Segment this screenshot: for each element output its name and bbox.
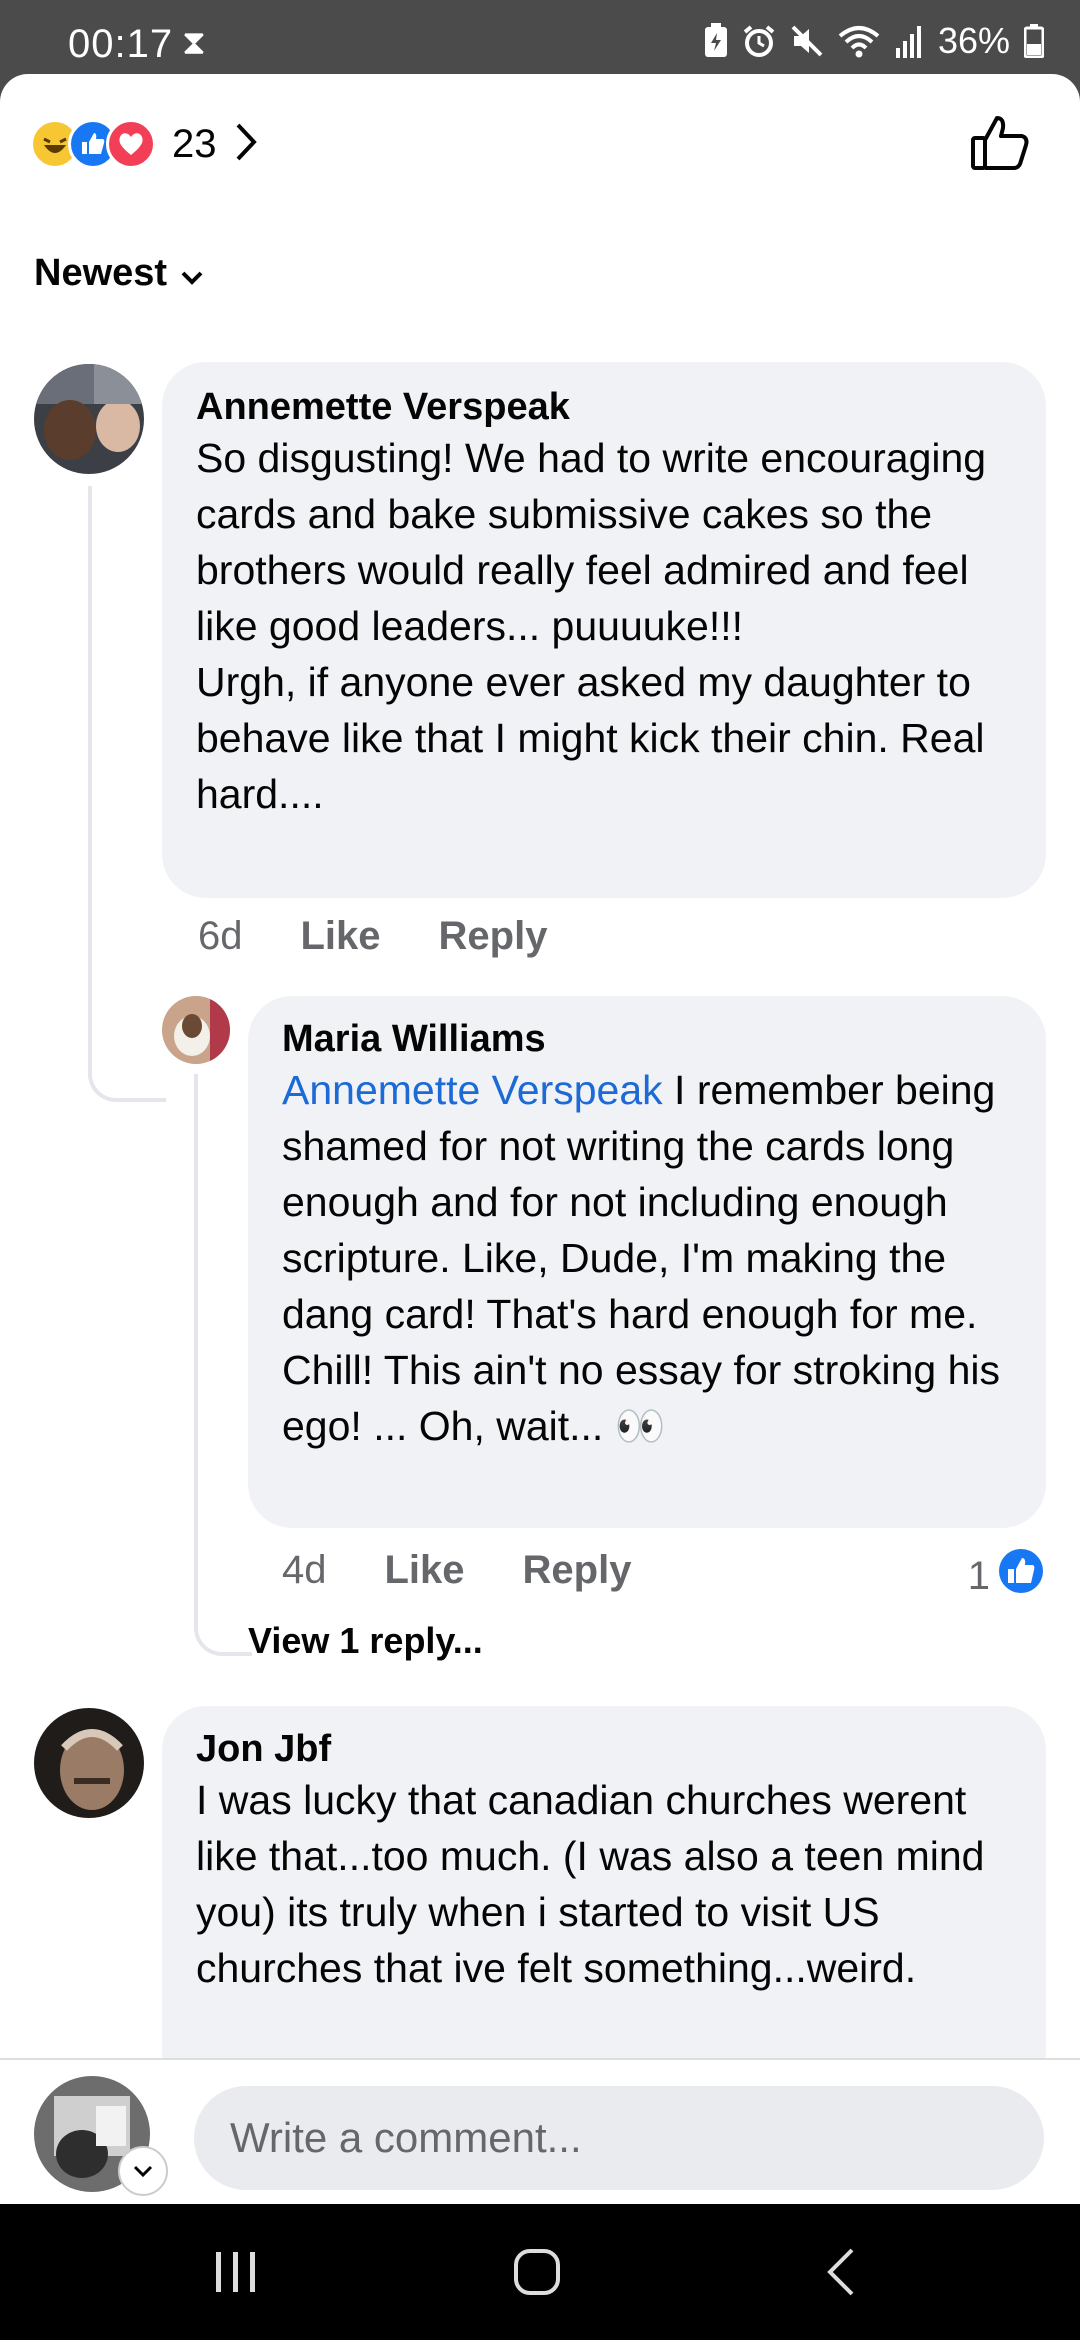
comment-author[interactable]: Maria Williams <box>282 1016 1012 1062</box>
reply-button[interactable]: Reply <box>439 914 548 959</box>
reply-button[interactable]: Reply <box>523 1548 632 1593</box>
like-button[interactable]: Like <box>385 1548 465 1593</box>
avatar[interactable] <box>162 996 230 1064</box>
comment-like-count[interactable]: 1 <box>968 1548 1044 1604</box>
comments-sheet: 23 Newest Annemette Verspeak So disgusti… <box>0 74 1080 2204</box>
like-badge-icon <box>998 1548 1044 1604</box>
sort-dropdown[interactable]: Newest <box>34 252 203 295</box>
avatar[interactable] <box>34 364 144 474</box>
love-reaction-icon <box>106 119 156 169</box>
comment-author[interactable]: Annemette Verspeak <box>196 384 1012 430</box>
comment-bubble[interactable]: Annemette Verspeak So disgusting! We had… <box>162 362 1046 898</box>
reaction-count: 23 <box>172 121 217 166</box>
profile-switch-button[interactable] <box>118 2146 168 2196</box>
like-post-button[interactable] <box>970 114 1030 177</box>
view-replies-link[interactable]: View 1 reply... <box>248 1620 483 1662</box>
comment-age: 4d <box>282 1548 327 1592</box>
home-button[interactable] <box>512 2204 562 2340</box>
comment-author[interactable]: Jon Jbf <box>196 1726 1012 1772</box>
wifi-icon <box>838 24 880 58</box>
battery-saver-icon <box>704 23 728 59</box>
thread-connector <box>88 486 166 1102</box>
back-icon <box>827 2248 854 2296</box>
like-button[interactable]: Like <box>301 914 381 959</box>
status-icons: 36% <box>704 20 1044 62</box>
comment-composer <box>0 2058 1080 2206</box>
back-button[interactable] <box>826 2204 856 2340</box>
comment-age: 6d <box>198 914 243 958</box>
reactions-summary[interactable]: 23 <box>30 114 257 174</box>
sort-label: Newest <box>34 252 168 294</box>
comment-text: I was lucky that canadian churches weren… <box>196 1777 985 1991</box>
status-time: 00:17 <box>68 22 174 66</box>
chevron-down-icon <box>181 252 203 295</box>
comment-input[interactable] <box>194 2086 1044 2190</box>
comment-actions: 6d Like Reply <box>198 914 547 959</box>
home-icon <box>514 2249 560 2295</box>
mute-icon <box>790 24 824 58</box>
comment-actions: 4d Like Reply <box>282 1548 631 1593</box>
mention-link[interactable]: Annemette Verspeak <box>282 1067 663 1113</box>
comment-text: Annemette Verspeak I remember being sham… <box>282 1062 1012 1454</box>
comment-text: So disgusting! We had to write encouragi… <box>196 435 987 817</box>
status-bar: 00:17 ⧗ 36% <box>0 0 1080 74</box>
hourglass-icon: ⧗ <box>182 24 206 62</box>
avatar[interactable] <box>34 1708 144 1818</box>
alarm-icon <box>742 24 776 58</box>
battery-charging-icon <box>1024 24 1044 58</box>
thread-connector <box>194 1074 252 1656</box>
thumbs-up-icon <box>971 116 1029 170</box>
system-nav-bar <box>0 2204 1080 2340</box>
battery-percent: 36% <box>937 20 1010 61</box>
comment-bubble[interactable]: Maria Williams Annemette Verspeak I reme… <box>248 996 1046 1528</box>
chevron-down-icon <box>133 2165 153 2177</box>
chevron-right-icon <box>235 122 257 167</box>
signal-icon <box>894 24 924 58</box>
comment-body: I remember being shamed for not writing … <box>282 1067 1001 1449</box>
like-count: 1 <box>967 1553 990 1598</box>
recent-apps-button[interactable] <box>214 2204 258 2340</box>
recents-icon <box>216 2252 255 2292</box>
